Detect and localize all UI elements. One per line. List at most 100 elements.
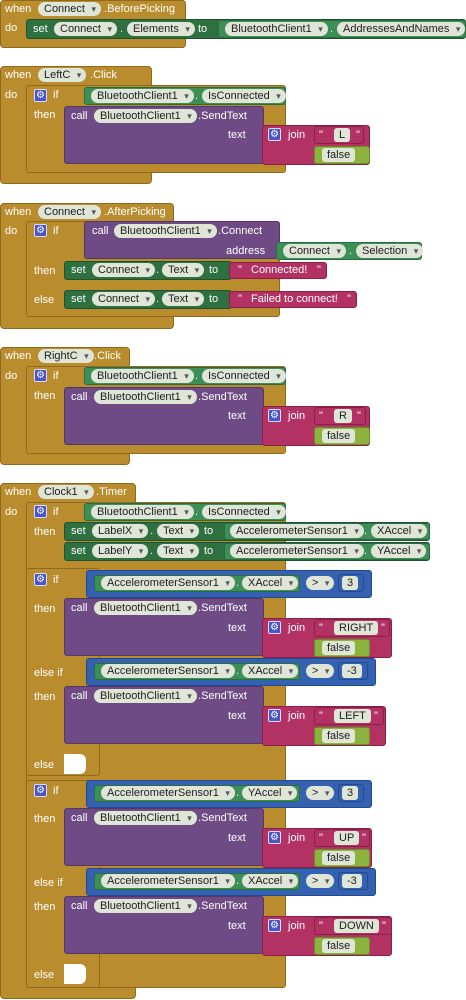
string-value[interactable]: R (334, 409, 352, 423)
number-value[interactable]: 3 (342, 576, 359, 590)
property-dropdown[interactable]: YAccel (242, 786, 298, 800)
property-dropdown[interactable]: IsConnected (202, 505, 286, 519)
method-name: .SendText (198, 812, 247, 824)
operator-dropdown[interactable]: > (306, 874, 335, 888)
else-label: else (34, 759, 55, 771)
component-dropdown[interactable]: BluetoothClient1 (225, 22, 328, 36)
dot: . (330, 23, 334, 35)
number-value[interactable]: -3 (342, 874, 362, 888)
string-value[interactable]: UP (334, 831, 360, 845)
if-label: if (53, 225, 59, 237)
number-value[interactable]: -3 (342, 664, 362, 678)
boolean-dropdown[interactable]: false (322, 851, 356, 865)
property-dropdown[interactable]: IsConnected (202, 89, 286, 103)
property-dropdown[interactable]: XAccel (242, 576, 299, 590)
property-dropdown[interactable]: AddressesAndNames (337, 22, 466, 36)
empty-slot[interactable] (64, 964, 86, 984)
component-dropdown[interactable]: AccelerometerSensor1 (101, 874, 235, 888)
gear-icon[interactable]: ⚙ (34, 224, 47, 237)
operator-dropdown[interactable]: > (306, 664, 335, 678)
property-dropdown[interactable]: XAccel (371, 524, 428, 538)
boolean-dropdown[interactable]: false (322, 429, 356, 443)
component-dropdown[interactable]: BluetoothClient1 (94, 689, 197, 703)
to-label: to (209, 293, 219, 305)
text-param-label: text (228, 410, 246, 422)
property-dropdown[interactable]: Elements (127, 22, 195, 36)
set-label: set (71, 264, 86, 276)
component-dropdown[interactable]: Connect (38, 2, 101, 16)
component-dropdown[interactable]: BluetoothClient1 (94, 109, 197, 123)
property-dropdown[interactable]: Text (162, 263, 205, 277)
component-dropdown[interactable]: Connect (283, 244, 346, 258)
component-dropdown[interactable]: BluetoothClient1 (91, 505, 194, 519)
string-value[interactable]: DOWN (334, 919, 379, 933)
quote: " (362, 832, 366, 844)
quote: " (347, 293, 351, 305)
gear-icon[interactable]: ⚙ (34, 505, 47, 518)
quote: " (319, 129, 323, 141)
call-label: call (71, 110, 88, 122)
property-dropdown[interactable]: Text (162, 292, 205, 306)
gear-icon[interactable]: ⚙ (268, 709, 281, 722)
gear-icon[interactable]: ⚙ (268, 831, 281, 844)
component-dropdown[interactable]: Connect (92, 292, 155, 306)
empty-slot[interactable] (64, 754, 86, 774)
boolean-dropdown[interactable]: false (322, 939, 356, 953)
component-dropdown[interactable]: Connect (92, 263, 155, 277)
component-dropdown[interactable]: Clock1 (38, 485, 94, 499)
property-dropdown[interactable]: XAccel (242, 874, 299, 888)
gear-icon[interactable]: ⚙ (268, 409, 281, 422)
component-dropdown[interactable]: LeftC (38, 68, 87, 82)
string-value[interactable]: L (334, 128, 351, 142)
property-dropdown[interactable]: Text (157, 544, 200, 558)
component-dropdown[interactable]: LabelX (92, 524, 149, 538)
string-value[interactable]: Connected! (251, 263, 307, 277)
boolean-dropdown[interactable]: false (322, 641, 356, 655)
component-dropdown[interactable]: BluetoothClient1 (94, 811, 197, 825)
component-dropdown[interactable]: AccelerometerSensor1 (101, 664, 235, 678)
component-dropdown[interactable]: Connect (54, 22, 117, 36)
gear-icon[interactable]: ⚙ (268, 128, 281, 141)
component-dropdown[interactable]: AccelerometerSensor1 (230, 524, 364, 538)
component-dropdown[interactable]: Connect (38, 205, 101, 219)
property-dropdown[interactable]: XAccel (242, 664, 299, 678)
then-label: then (34, 265, 56, 277)
property-dropdown[interactable]: IsConnected (202, 369, 286, 383)
quote: " (319, 832, 323, 844)
string-value[interactable]: RIGHT (334, 621, 379, 635)
gear-icon[interactable]: ⚙ (268, 621, 281, 634)
number-value[interactable]: 3 (342, 786, 359, 800)
component-dropdown[interactable]: AccelerometerSensor1 (101, 576, 235, 590)
property-dropdown[interactable]: YAccel (371, 544, 427, 558)
string-value[interactable]: Failed to connect! (251, 292, 338, 306)
boolean-dropdown[interactable]: false (322, 729, 356, 743)
boolean-dropdown[interactable]: false (322, 148, 356, 162)
set-label: set (71, 545, 86, 557)
component-dropdown[interactable]: BluetoothClient1 (94, 899, 197, 913)
join-label: join (288, 129, 306, 141)
component-dropdown[interactable]: AccelerometerSensor1 (101, 786, 235, 800)
operator-dropdown[interactable]: > (306, 786, 335, 800)
component-dropdown[interactable]: RightC (38, 349, 94, 363)
property-dropdown[interactable]: Selection (356, 244, 424, 258)
property-dropdown[interactable]: Text (157, 524, 200, 538)
gear-icon[interactable]: ⚙ (34, 573, 47, 586)
if-label: if (53, 370, 59, 382)
operator-dropdown[interactable]: > (306, 576, 335, 590)
component-dropdown[interactable]: BluetoothClient1 (114, 224, 217, 238)
string-value[interactable]: LEFT (334, 709, 371, 723)
gear-icon[interactable]: ⚙ (34, 369, 47, 382)
component-dropdown[interactable]: BluetoothClient1 (91, 89, 194, 103)
dot: . (195, 90, 199, 102)
gear-icon[interactable]: ⚙ (268, 919, 281, 932)
gear-icon[interactable]: ⚙ (34, 784, 47, 797)
component-dropdown[interactable]: AccelerometerSensor1 (230, 544, 364, 558)
component-dropdown[interactable]: LabelY (92, 544, 149, 558)
event-name: .Timer (96, 486, 127, 498)
dot: . (236, 665, 240, 677)
component-dropdown[interactable]: BluetoothClient1 (91, 369, 194, 383)
quote: " (317, 264, 321, 276)
gear-icon[interactable]: ⚙ (34, 89, 47, 102)
component-dropdown[interactable]: BluetoothClient1 (94, 601, 197, 615)
component-dropdown[interactable]: BluetoothClient1 (94, 390, 197, 404)
